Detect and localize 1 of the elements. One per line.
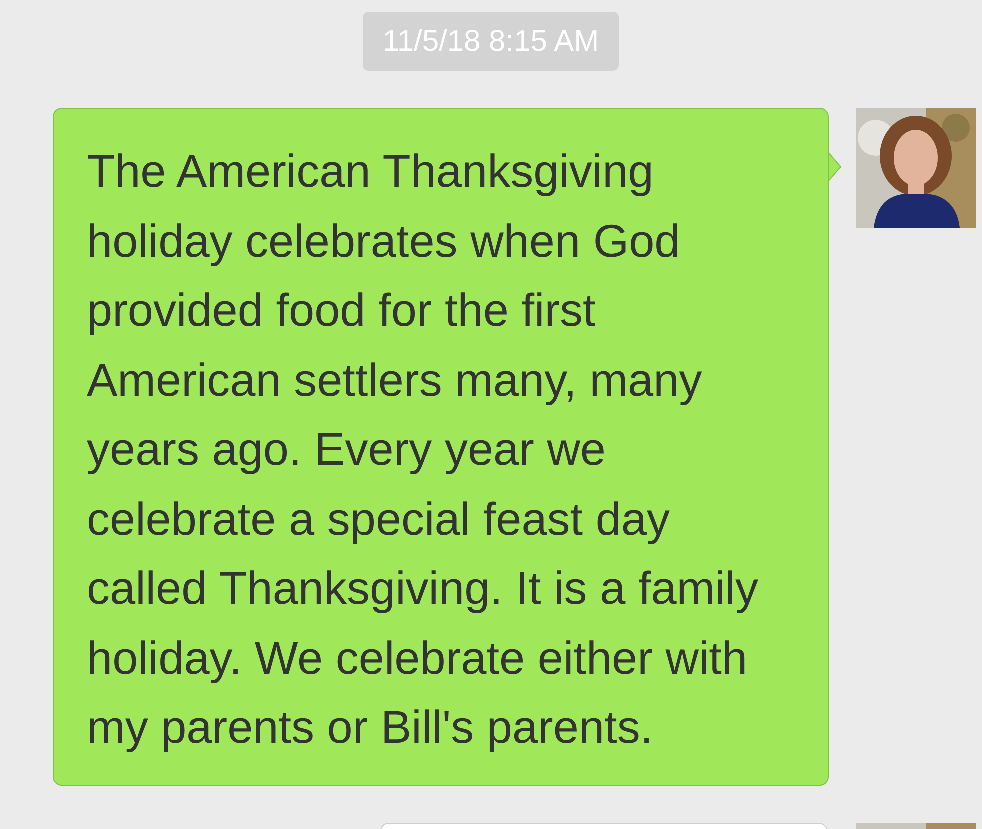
message-text: The American Thanksgiving holiday celebrates when God provided food for the first American settlers many, many years ago. Every year we celebrate a special feast day called Thanksgiving. It is a family holiday. We celebrate either with my parents or Bill's parents. xyxy=(87,144,760,755)
